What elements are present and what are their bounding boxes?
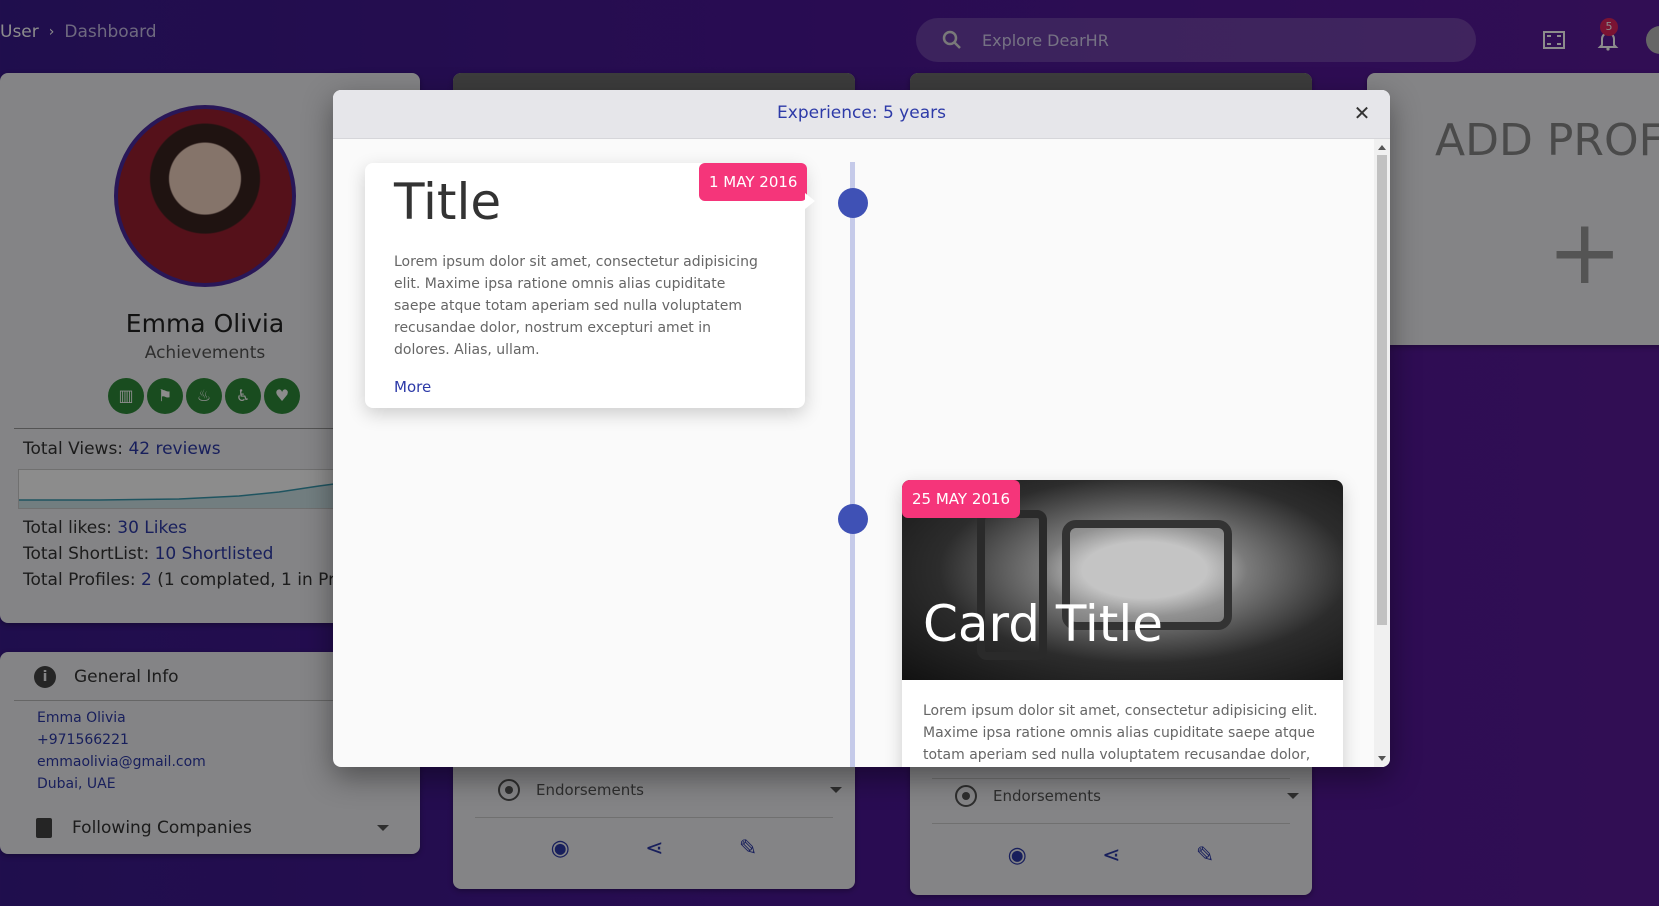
- date-badge: 25 MAY 2016: [902, 480, 1020, 518]
- experience-modal: Experience: 5 years ✕ Title Lorem ipsum …: [333, 90, 1390, 767]
- scroll-up-icon[interactable]: [1378, 145, 1386, 150]
- timeline-card-title: Card Title: [923, 595, 1164, 653]
- modal-scrollbar[interactable]: [1374, 139, 1390, 767]
- timeline-dot: [838, 504, 868, 534]
- timeline-dot: [838, 188, 868, 218]
- more-link[interactable]: More: [394, 378, 431, 396]
- timeline-card: Card Title Lorem ipsum dolor sit amet, c…: [902, 480, 1343, 767]
- modal-header: Experience: 5 years ✕: [333, 90, 1390, 139]
- timeline-card-body: Lorem ipsum dolor sit amet, consectetur …: [923, 703, 1318, 763]
- date-badge: 1 MAY 2016: [699, 163, 808, 201]
- close-icon[interactable]: ✕: [1350, 101, 1374, 125]
- timeline-card: Title Lorem ipsum dolor sit amet, consec…: [365, 163, 815, 408]
- timeline-card-title: Title: [394, 173, 502, 231]
- scroll-down-icon[interactable]: [1378, 756, 1386, 761]
- timeline-card-body: Lorem ipsum dolor sit amet, consectetur …: [394, 254, 758, 358]
- scroll-thumb[interactable]: [1377, 155, 1387, 625]
- timeline-line: [850, 162, 855, 767]
- modal-title: Experience: 5 years: [777, 103, 946, 123]
